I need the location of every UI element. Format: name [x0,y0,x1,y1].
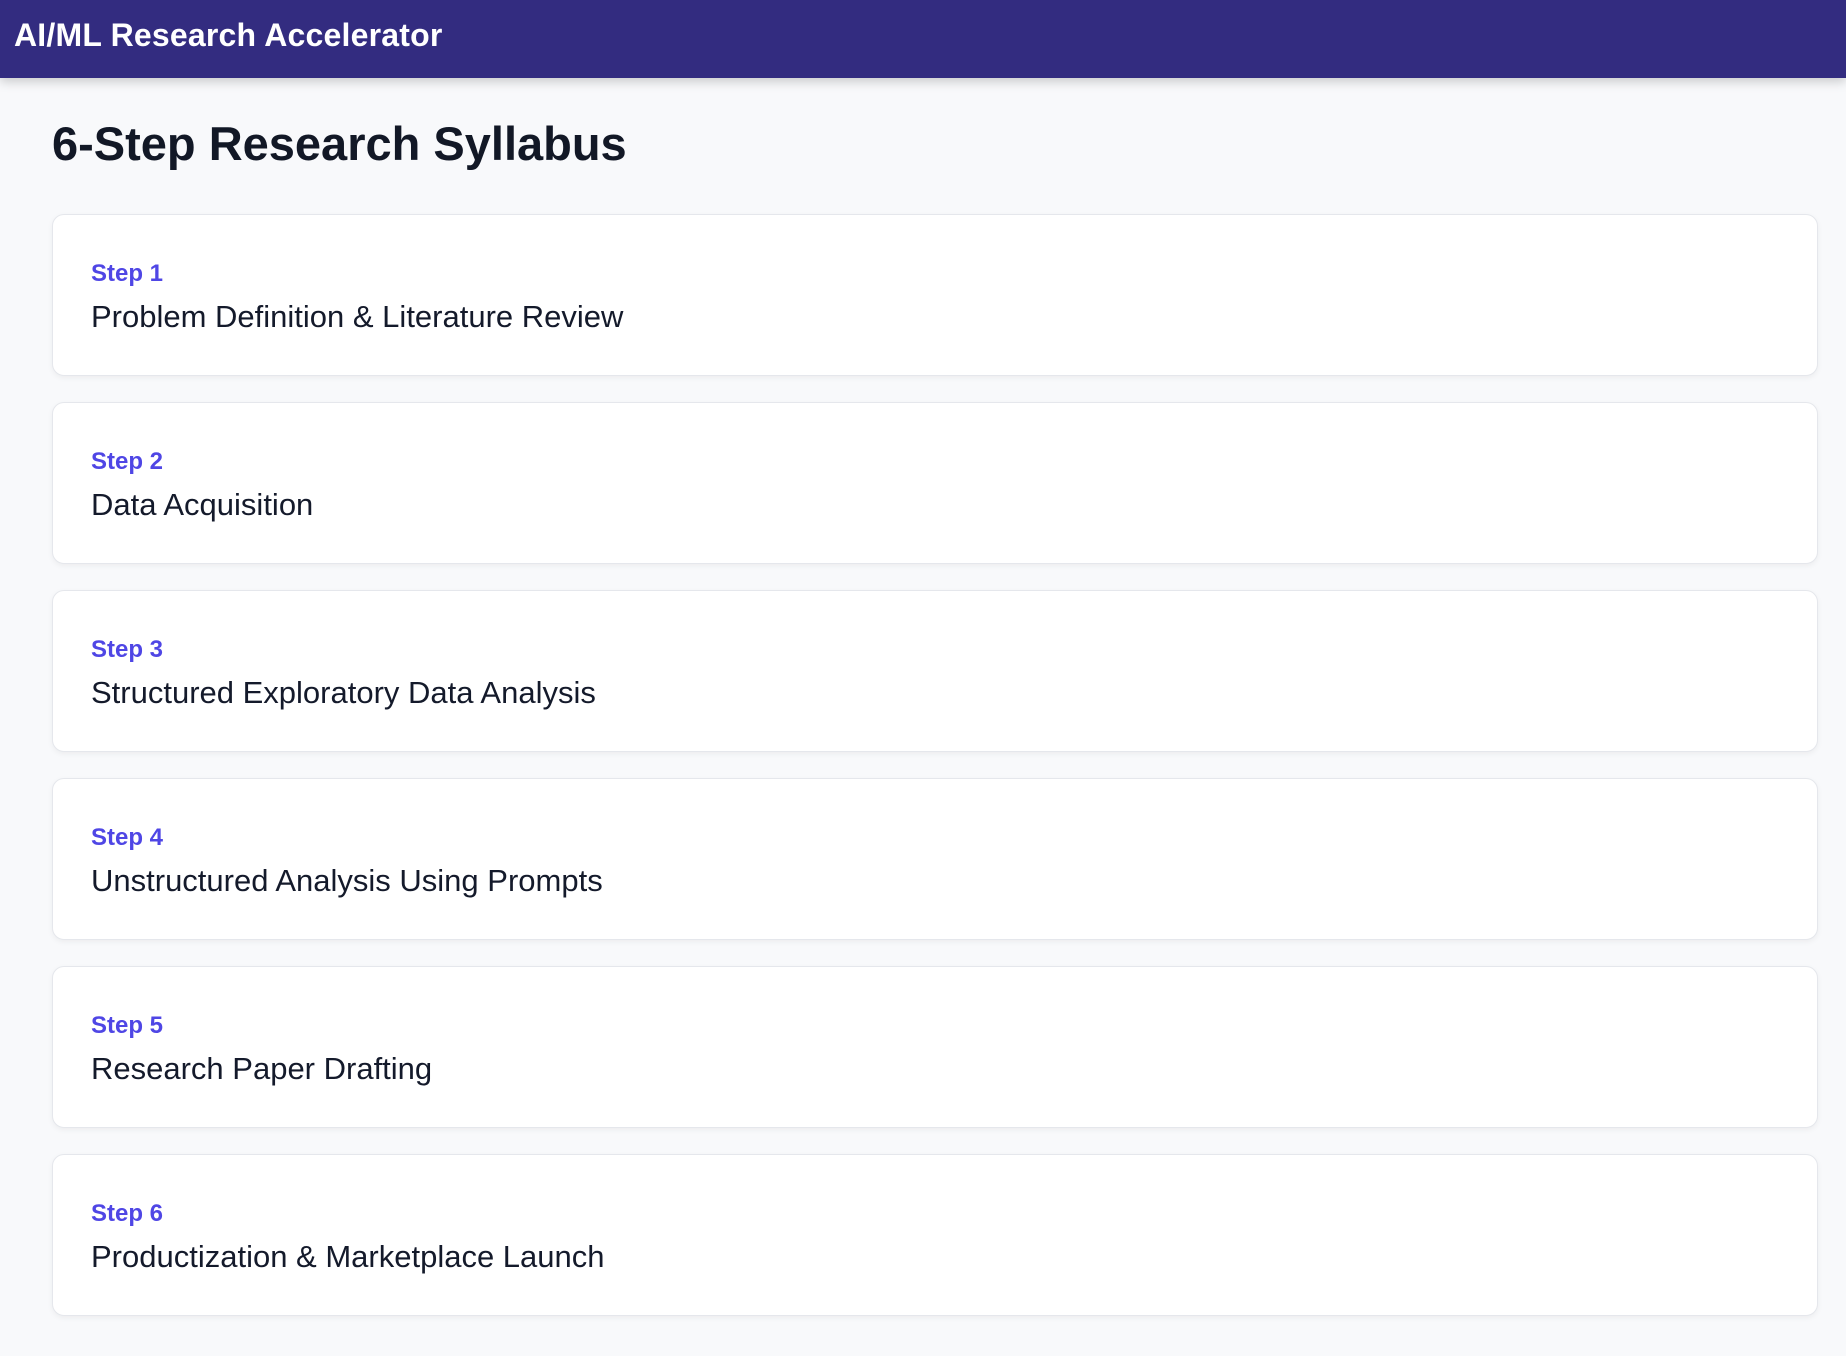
step-title: Unstructured Analysis Using Prompts [91,863,603,899]
step-label: Step 3 [91,636,164,664]
step-label: Step 5 [91,1012,164,1040]
app-header: AI/ML Research Accelerator [0,0,1846,78]
step-label: Step 6 [91,1200,164,1228]
step-title: Productization & Marketplace Launch [91,1239,605,1275]
step-label: Step 1 [91,260,164,288]
step-card-6[interactable]: Step 6 Productization & Marketplace Laun… [52,1154,1818,1317]
app-title: AI/ML Research Accelerator [14,16,443,53]
step-card-5[interactable]: Step 5 Research Paper Drafting [52,966,1818,1129]
step-card-1[interactable]: Step 1 Problem Definition & Literature R… [52,214,1818,377]
step-list: Step 1 Problem Definition & Literature R… [52,214,1818,1317]
step-title: Research Paper Drafting [91,1051,433,1087]
step-card-3[interactable]: Step 3 Structured Exploratory Data Analy… [52,590,1818,753]
step-card-4[interactable]: Step 4 Unstructured Analysis Using Promp… [52,778,1818,941]
step-label: Step 2 [91,448,164,476]
step-card-2[interactable]: Step 2 Data Acquisition [52,402,1818,565]
page-title: 6-Step Research Syllabus [52,117,627,170]
step-title: Problem Definition & Literature Review [91,299,624,335]
step-title: Data Acquisition [91,487,314,523]
step-label: Step 4 [91,824,164,852]
main-content: 6-Step Research Syllabus Step 1 Problem … [0,78,1846,1317]
step-title: Structured Exploratory Data Analysis [91,675,596,711]
